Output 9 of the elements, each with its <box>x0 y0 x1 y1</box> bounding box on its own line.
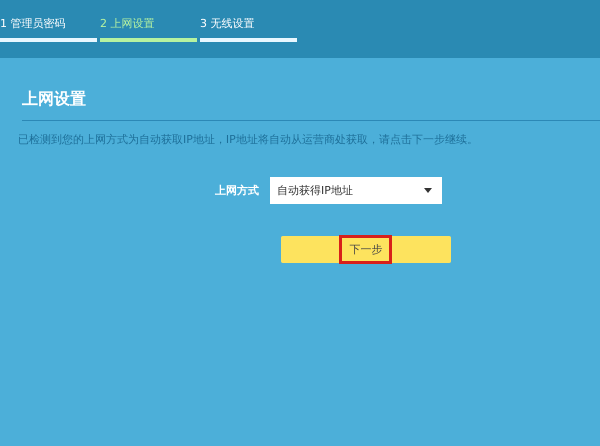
connection-type-dropdown[interactable]: 自动获得IP地址 <box>270 177 442 204</box>
next-button[interactable]: 下一步 <box>281 236 451 263</box>
step-label: 3 无线设置 <box>200 17 256 31</box>
step-label: 1 管理员密码 <box>0 17 66 31</box>
description-text: 已检测到您的上网方式为自动获取IP地址，IP地址将自动从运营商处获取，请点击下一步继续。 <box>18 132 479 147</box>
caret-icon <box>424 188 432 193</box>
field-label: 上网方式 <box>214 183 260 198</box>
step-label: 2 上网设置 <box>100 17 156 31</box>
section-title: 上网设置 <box>22 88 87 110</box>
